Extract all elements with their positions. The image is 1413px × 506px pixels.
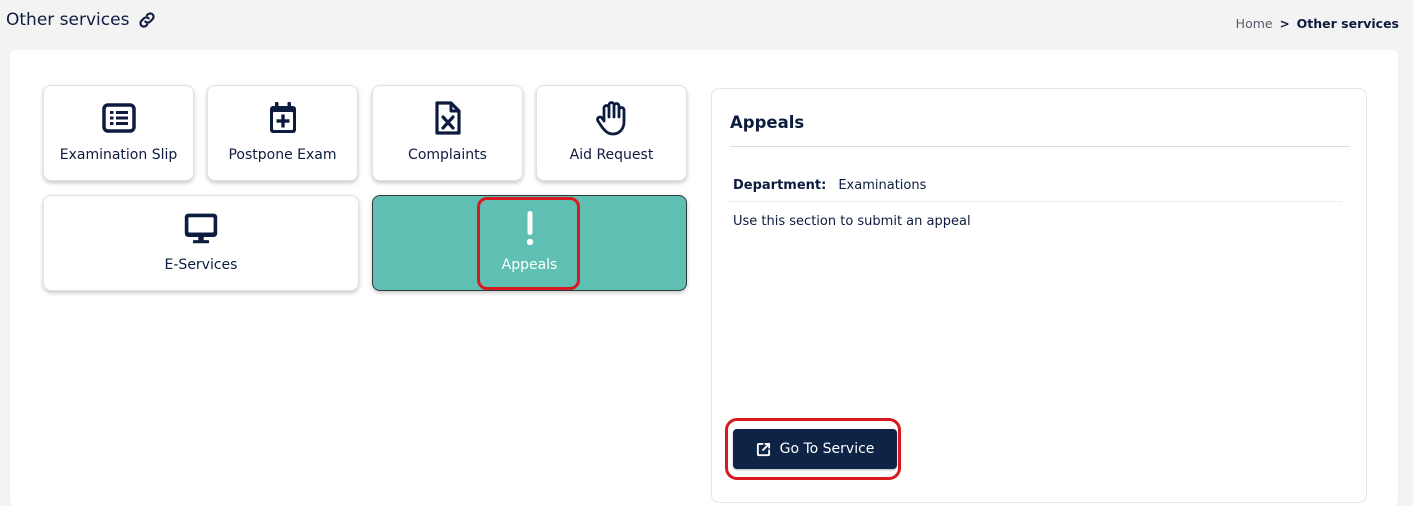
service-tile-appeals[interactable]: Appeals <box>372 195 687 291</box>
department-value: Examinations <box>838 178 927 193</box>
calendar-plus-icon <box>265 99 301 137</box>
go-to-service-label: Go To Service <box>779 441 875 457</box>
service-tile-label: Complaints <box>408 147 487 163</box>
divider <box>730 201 1342 202</box>
link-icon[interactable] <box>137 10 157 30</box>
hand-icon <box>594 99 630 137</box>
breadcrumb-current: Other services <box>1296 16 1399 31</box>
detail-title: Appeals <box>730 113 805 132</box>
service-tile-e-services[interactable]: E-Services <box>43 195 359 291</box>
service-tile-aid-request[interactable]: Aid Request <box>536 85 687 181</box>
service-detail-card: Appeals Department: Examinations Use thi… <box>711 88 1367 503</box>
service-tile-label: Examination Slip <box>59 147 178 163</box>
service-tile-label: Aid Request <box>569 147 654 163</box>
divider <box>730 146 1350 147</box>
department-label: Department: <box>733 178 827 193</box>
top-bar: Other services Home > Other services <box>0 0 1413 48</box>
service-tile-label: Appeals <box>501 257 558 273</box>
service-tile-postpone-exam[interactable]: Postpone Exam <box>207 85 358 181</box>
breadcrumb-separator: > <box>1279 16 1290 31</box>
page-title: Other services <box>6 10 157 30</box>
monitor-icon <box>183 209 219 247</box>
file-x-icon <box>430 99 466 137</box>
department-row: Department: Examinations <box>733 178 926 193</box>
go-to-service-button[interactable]: Go To Service <box>733 429 897 469</box>
service-tile-complaints[interactable]: Complaints <box>372 85 523 181</box>
breadcrumb: Home > Other services <box>1236 16 1399 31</box>
service-tile-examination-slip[interactable]: Examination Slip <box>43 85 194 181</box>
page-title-text: Other services <box>6 10 130 30</box>
list-icon <box>101 99 137 137</box>
breadcrumb-home[interactable]: Home <box>1236 16 1273 31</box>
external-link-icon <box>756 442 771 457</box>
service-tile-label: Postpone Exam <box>228 147 337 163</box>
service-tile-label: E-Services <box>164 257 238 273</box>
exclamation-icon <box>512 209 548 247</box>
detail-description: Use this section to submit an appeal <box>733 214 971 229</box>
